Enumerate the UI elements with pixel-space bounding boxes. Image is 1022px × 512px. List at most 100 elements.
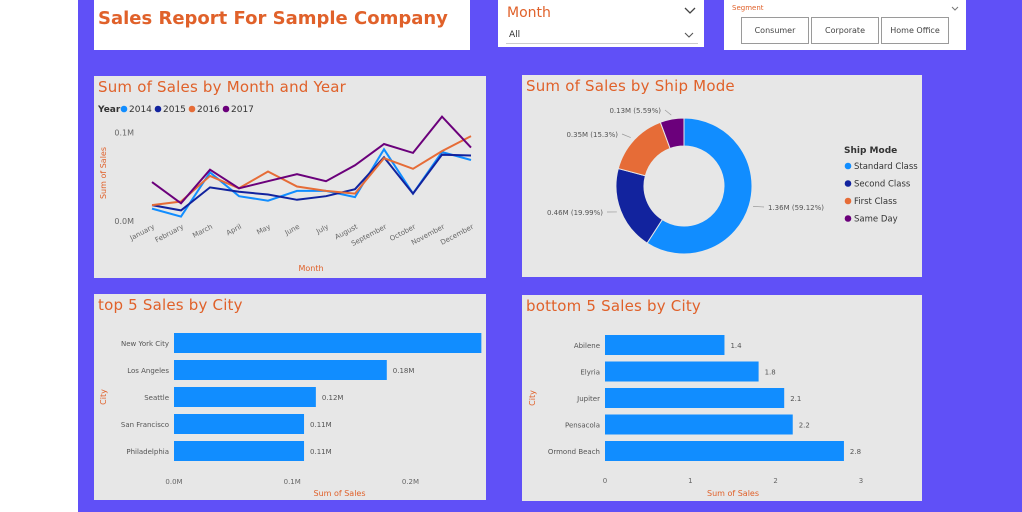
top-cities-panel: top 5 Sales by City New York City0.26MLo… [94, 294, 486, 500]
month-slicer-label: Month [507, 5, 551, 21]
data-label: 0.13M (5.59%) [609, 107, 661, 115]
data-label: 0.35M (15.3%) [566, 131, 618, 139]
bar [605, 335, 725, 355]
x-tick-label: July [314, 223, 330, 236]
segment-button-label: Corporate [825, 26, 865, 35]
month-dropdown-value: All [509, 30, 521, 40]
segment-slicer: Segment Consumer Corporate Home Office [724, 0, 966, 50]
category-label: Jupiter [576, 395, 600, 403]
legend-marker [844, 162, 852, 170]
leader-line [753, 206, 765, 208]
bottom-cities-bar-chart: Abilene 1.4 Elyria 1.8 Jupiter 2.1 Pensacola 2.… [528, 335, 863, 498]
y-axis-label: Sum of Sales [99, 147, 108, 199]
x-axis-label: Sum of Sales [707, 489, 759, 498]
bar [605, 441, 844, 461]
value-label: 2.8 [850, 448, 861, 456]
x-tick-label: 0.1M [284, 478, 301, 486]
segment-button-label: Home Office [890, 26, 940, 35]
data-label: 1.36M (59.12%) [768, 204, 824, 212]
legend-entry: 2015 [163, 105, 186, 115]
x-tick-label: 1 [688, 477, 692, 485]
bar [605, 414, 793, 435]
month-dropdown[interactable]: All [506, 27, 698, 44]
bar [174, 333, 482, 353]
chevron-down-icon [684, 32, 694, 38]
x-axis-label: Month [298, 264, 323, 273]
value-label: 1.4 [730, 342, 742, 350]
bar [174, 360, 387, 380]
legend-title: Year [97, 105, 121, 115]
x-tick-label: May [255, 223, 272, 237]
x-tick-label: April [225, 223, 243, 238]
value-label: 1.8 [765, 369, 776, 377]
left-margin [0, 0, 78, 512]
line-chart: Year 2014 2015 2016 2017 0.0M 0.1M Sum of Sales… [97, 105, 475, 273]
donut-chart-panel: Sum of Sales by Ship Mode 1.36M (59.12%)… [522, 75, 922, 277]
legend-marker [188, 105, 196, 113]
y-tick-label: 0.1M [114, 129, 134, 138]
legend-entry: Same Day [854, 215, 898, 225]
legend-entry: 2014 [129, 105, 152, 115]
x-tick-label: 2 [773, 477, 777, 485]
category-label: San Francisco [121, 421, 169, 429]
category-label: Ormond Beach [548, 448, 600, 456]
title-card: Sales Report For Sample Company [94, 0, 470, 50]
x-tick-label: March [191, 223, 214, 240]
category-label: Philadelphia [126, 448, 169, 456]
page-title: Sales Report For Sample Company [98, 8, 448, 29]
value-label: 0.11M [310, 448, 332, 456]
segment-button-corporate[interactable]: Corporate [811, 17, 879, 44]
value-label: 2.1 [790, 395, 801, 403]
category-label: Los Angeles [127, 367, 169, 375]
segment-slicer-label: Segment [732, 4, 764, 12]
y-axis-label: City [528, 390, 537, 406]
x-tick-label: 3 [859, 477, 863, 485]
value-label: 2.2 [799, 422, 810, 430]
y-axis-label: City [99, 389, 108, 405]
category-label: Pensacola [565, 422, 600, 430]
x-tick-label: 0.0M [165, 478, 182, 486]
segment-button-home-office[interactable]: Home Office [881, 17, 949, 44]
leader-line [664, 109, 672, 116]
bar [605, 388, 785, 408]
chevron-down-icon[interactable] [951, 6, 959, 11]
line-chart-panel: Sum of Sales by Month and Year Year 2014 2… [94, 76, 486, 278]
segment-button-consumer[interactable]: Consumer [741, 17, 809, 44]
category-label: Elyria [580, 369, 600, 377]
legend-entry: First Class [854, 197, 898, 207]
x-tick-label: December [439, 223, 475, 247]
legend-title: Ship Mode [844, 146, 897, 156]
legend-marker [154, 105, 162, 113]
bottom-cities-panel: bottom 5 Sales by City Abilene 1.4 Elyria 1… [522, 295, 922, 501]
legend-entry: 2017 [231, 105, 254, 115]
y-tick-label: 0.0M [114, 217, 134, 226]
x-tick-label: 0.2M [402, 478, 419, 486]
bar [174, 441, 305, 461]
legend-entry: Standard Class [854, 162, 918, 172]
month-slicer: Month All [498, 0, 704, 47]
x-tick-label: February [154, 223, 185, 245]
segment-button-label: Consumer [754, 26, 796, 35]
value-label: 0.11M [310, 421, 332, 429]
top-cities-bar-chart: New York City0.26MLos Angeles0.18MSeattl… [99, 333, 482, 498]
donut-slice [617, 121, 671, 177]
category-label: Seattle [144, 394, 169, 402]
x-axis-label: Sum of Sales [313, 489, 365, 498]
legend-entry: Second Class [854, 180, 911, 190]
legend-marker [120, 105, 128, 113]
slicer-collapse-chevron-icon[interactable] [684, 7, 696, 15]
leader-line [621, 133, 631, 138]
donut-chart: 1.36M (59.12%) 0.46M (19.99%) 0.35M (15.3%… [547, 107, 918, 255]
report-canvas: Sales Report For Sample Company Month Al… [0, 0, 1022, 512]
bar [174, 387, 316, 407]
legend-marker [222, 105, 230, 113]
bar [174, 414, 305, 434]
legend-marker [844, 215, 852, 222]
legend-marker [844, 197, 852, 205]
category-label: Abilene [574, 342, 600, 350]
bar [605, 361, 759, 382]
value-label: 0.18M [393, 367, 415, 375]
data-label: 0.46M (19.99%) [547, 209, 603, 217]
x-tick-label: June [283, 223, 301, 238]
value-label: 0.12M [322, 394, 344, 402]
